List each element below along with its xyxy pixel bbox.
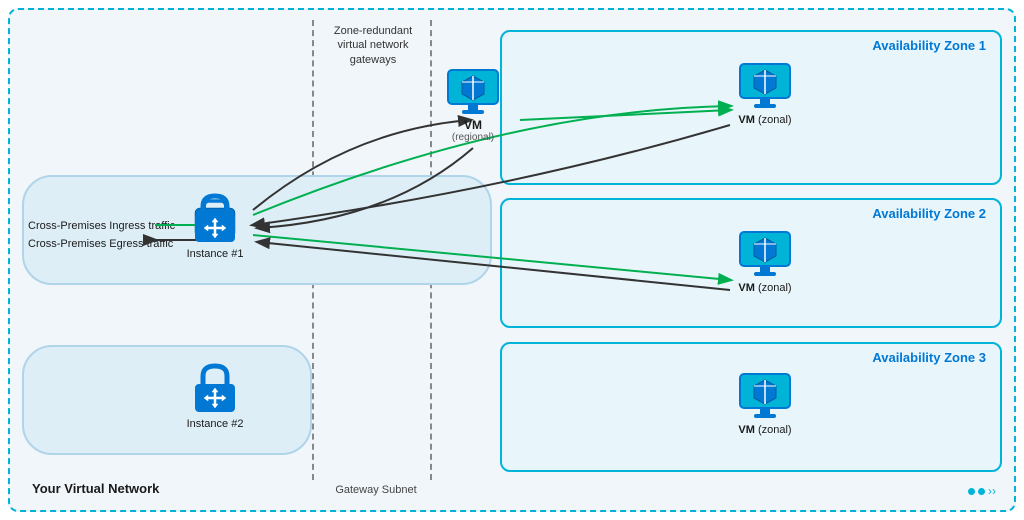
dot1 — [968, 488, 975, 495]
virtual-network-label: Your Virtual Network — [32, 481, 159, 496]
cross-premises-ingress-label: Cross-Premises Ingress traffic — [28, 220, 175, 232]
instance1-gateway-icon: Instance #1 — [186, 188, 244, 260]
zone2-label: Availability Zone 2 — [872, 206, 986, 221]
vm-regional-sublabel: (regional) — [452, 132, 494, 143]
zone-redundant-label: Zone-redundant virtual network gateways — [318, 24, 428, 67]
cross-premises-egress-label: Cross-Premises Egress traffic — [28, 238, 173, 250]
dots-arrow: ›› — [988, 484, 996, 498]
vm-zone1-icon: VM (zonal) — [738, 62, 792, 126]
dots-indicator: ›› — [968, 484, 996, 498]
instance1-label: Instance #1 — [187, 248, 244, 260]
vm-zone2-label: VM (zonal) — [738, 282, 791, 294]
instance-row-2-bg — [22, 345, 312, 455]
dot2 — [978, 488, 985, 495]
instance2-gateway-icon: Instance #2 — [186, 358, 244, 430]
vm-zone3-label: VM (zonal) — [738, 424, 791, 436]
zone1-label: Availability Zone 1 — [872, 38, 986, 53]
instance2-label: Instance #2 — [187, 418, 244, 430]
vm-zone3-icon: VM (zonal) — [738, 372, 792, 436]
vm-regional-label: VM — [464, 118, 482, 132]
vm-zone2-icon: VM (zonal) — [738, 230, 792, 294]
gateway-subnet-label: Gateway Subnet — [326, 484, 426, 496]
zone3-label: Availability Zone 3 — [872, 350, 986, 365]
main-container: Your Virtual Network Gateway Subnet Zone… — [8, 8, 1016, 512]
vm-zone1-label: VM (zonal) — [738, 114, 791, 126]
vm-regional-icon: VM (regional) — [446, 68, 500, 143]
